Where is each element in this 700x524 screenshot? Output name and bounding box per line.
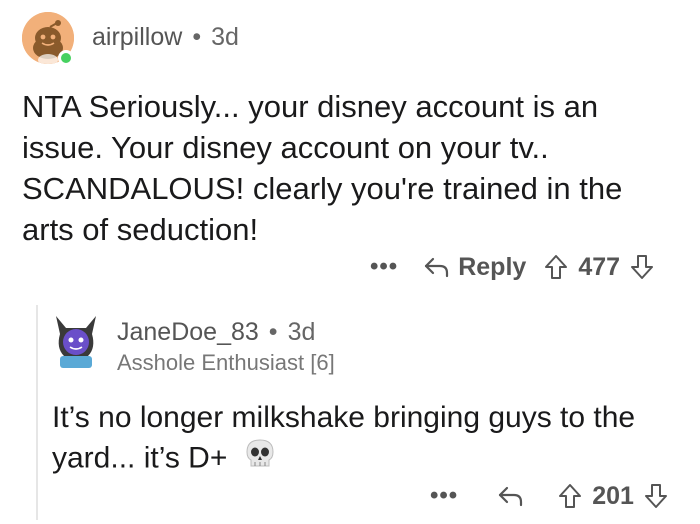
more-options-button[interactable]: ••• xyxy=(370,253,398,281)
comment-actions: ••• 201 xyxy=(430,476,668,516)
bat-avatar-icon: AH xyxy=(56,316,96,368)
comment-age: 3d xyxy=(287,318,316,346)
thread-line[interactable] xyxy=(36,305,38,520)
user-flair: Asshole Enthusiast [6] xyxy=(117,350,335,375)
vote-score: 201 xyxy=(592,481,634,510)
comment-body: It’s no longer milkshake bringing guys t… xyxy=(52,398,672,481)
reply-button[interactable] xyxy=(498,485,532,507)
more-options-button[interactable]: ••• xyxy=(430,482,458,510)
meta-separator: • xyxy=(268,318,278,346)
online-status-dot xyxy=(58,50,74,66)
reply-arrow-icon xyxy=(499,486,523,507)
upvote-icon[interactable] xyxy=(558,483,582,509)
reply-button[interactable]: Reply xyxy=(424,253,526,282)
vote-controls: 201 xyxy=(558,482,668,511)
comment-meta: airpillow • 3d xyxy=(92,23,239,52)
comment-body: NTA Seriously... your disney account is … xyxy=(22,89,623,247)
vote-controls: 477 xyxy=(544,253,654,282)
downvote-icon[interactable] xyxy=(644,483,668,509)
comment-meta: JaneDoe_83 • 3d xyxy=(117,318,315,347)
avatar[interactable]: AH xyxy=(52,312,100,372)
comment-actions: ••• Reply 477 xyxy=(370,247,654,287)
username-link[interactable]: JaneDoe_83 xyxy=(117,318,259,346)
comment-age: 3d xyxy=(211,23,239,51)
vote-score: 477 xyxy=(578,252,621,281)
downvote-icon[interactable] xyxy=(630,254,654,280)
meta-separator: • xyxy=(192,23,202,51)
skull-icon xyxy=(245,438,275,481)
username-link[interactable]: airpillow xyxy=(92,23,182,51)
reply-arrow-icon xyxy=(425,257,449,278)
svg-text:AH: AH xyxy=(72,322,80,328)
reply-label: Reply xyxy=(458,252,527,281)
comment-text: It’s no longer milkshake bringing guys t… xyxy=(52,401,636,475)
upvote-icon[interactable] xyxy=(544,254,568,280)
